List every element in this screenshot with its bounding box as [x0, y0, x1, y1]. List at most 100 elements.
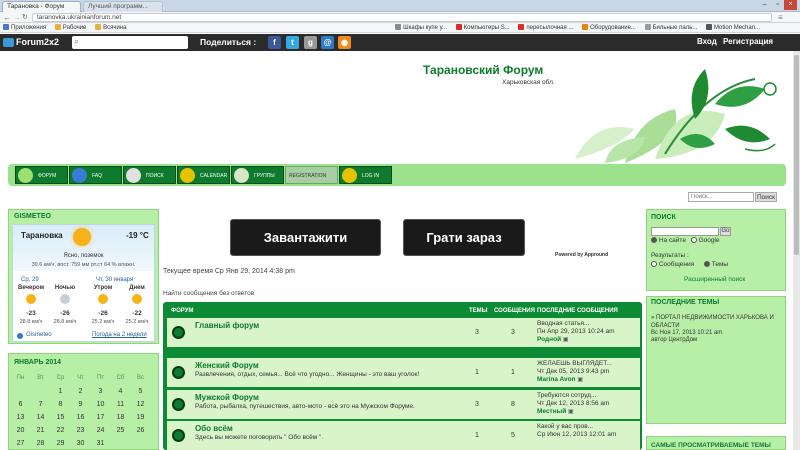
last-post-title[interactable]: Требуются сотруд...	[537, 392, 637, 400]
results-posts-radio[interactable]	[651, 261, 657, 267]
calendar-day[interactable]: 7	[32, 399, 49, 410]
calendar-day[interactable]: 2	[72, 386, 89, 397]
forecast-two-weeks-link[interactable]: Погода на 2 недели	[92, 332, 147, 338]
register-link[interactable]: Регистрация	[723, 37, 773, 46]
last-post-title[interactable]: Вводная статья...	[537, 320, 637, 328]
minimize-icon[interactable]: –	[758, 0, 771, 10]
nav-groups-button[interactable]: ГРУППЫ	[231, 166, 284, 184]
bookmark-item[interactable]: пересылочная ...	[518, 23, 573, 32]
on-site-radio[interactable]	[651, 237, 657, 243]
gismeteo-link[interactable]: Gismeteo	[26, 332, 52, 338]
quick-search-input[interactable]	[688, 192, 754, 202]
nav-login-button[interactable]: LOG IN	[339, 166, 392, 184]
forum-title-link[interactable]: Женский Форум	[195, 361, 259, 370]
forum-title-link[interactable]: Главный форум	[195, 321, 259, 330]
latest-topic-link[interactable]: » ПОРТАЛ НЕДВИЖИМОСТИ ХАРЬКОВА И ОБЛАСТИ	[651, 314, 781, 330]
last-post-author[interactable]: Местный	[537, 408, 566, 415]
goto-post-icon[interactable]: ▣	[577, 377, 583, 383]
goto-post-icon[interactable]: ▣	[568, 409, 574, 415]
forward-icon[interactable]: →	[13, 12, 21, 23]
scrollbar-thumb[interactable]	[794, 55, 799, 255]
calendar-day[interactable]: 27	[12, 438, 29, 449]
calendar-day[interactable]: 30	[72, 438, 89, 449]
calendar-day[interactable]: 19	[132, 412, 149, 423]
tab-other[interactable]: Лучший программ...	[83, 1, 163, 12]
forum2x2-logo[interactable]: Forum2x2	[16, 37, 59, 47]
google-radio[interactable]	[690, 237, 697, 243]
play-now-ad-button[interactable]: Грати зараз	[403, 219, 525, 256]
calendar-day[interactable]: 10	[92, 399, 109, 410]
calendar-day[interactable]: 1	[52, 386, 69, 397]
col-posts-header: СООБЩЕНИЯ	[494, 308, 535, 314]
side-search-go-button[interactable]: Go	[720, 227, 731, 236]
reload-icon[interactable]: ↻	[22, 12, 28, 23]
page-icon	[395, 24, 402, 30]
calendar-day[interactable]: 6	[12, 399, 29, 410]
rss-icon[interactable]: ◉	[338, 36, 351, 49]
results-topics-radio[interactable]	[703, 261, 710, 267]
nav-forum-button[interactable]: ФОРУМ	[15, 166, 68, 184]
tab-forum[interactable]: Тарановка - Форум	[2, 1, 81, 12]
bookmark-folder[interactable]: Всячина	[95, 23, 126, 32]
bookmark-item[interactable]: Бильные паль...	[644, 23, 697, 32]
calendar-day[interactable]: 11	[112, 399, 129, 410]
calendar-day[interactable]: 21	[32, 425, 49, 436]
bookmark-item[interactable]: Motion Mechan...	[706, 23, 760, 32]
calendar-day[interactable]: 8	[52, 399, 69, 410]
bookmark-apps[interactable]: Приложения	[3, 23, 46, 32]
calendar-day[interactable]: 29	[52, 438, 69, 449]
calendar-day[interactable]: 18	[112, 412, 129, 423]
calendar-day[interactable]: 22	[52, 425, 69, 436]
nav-calendar-button[interactable]: CALENDAR	[177, 166, 230, 184]
nav-faq-button[interactable]: FAQ	[69, 166, 122, 184]
nav-registration-button[interactable]: REGISTRATION	[285, 166, 338, 184]
bookmark-item[interactable]: Оборудование...	[582, 23, 636, 32]
calendar-day[interactable]: 26	[132, 425, 149, 436]
calendar-day[interactable]: 5	[132, 386, 149, 397]
last-post-title[interactable]: Какой у вас пров...	[537, 423, 637, 431]
facebook-icon[interactable]: f	[268, 36, 281, 49]
email-icon[interactable]: @	[321, 36, 334, 49]
back-icon[interactable]: ←	[3, 12, 11, 23]
bookmark-folder[interactable]: Рабочие	[54, 23, 86, 32]
bookmark-item[interactable]: Шкафы купе у...	[395, 23, 447, 32]
close-icon[interactable]: ×	[784, 0, 797, 10]
calendar-day[interactable]: 24	[92, 425, 109, 436]
toolbar-search-input[interactable]: ⌕	[72, 36, 188, 49]
calendar-day[interactable]: 20	[12, 425, 29, 436]
maximize-icon[interactable]: ▫	[771, 0, 784, 10]
menu-icon[interactable]: ≡	[778, 12, 783, 23]
calendar-day[interactable]: 23	[72, 425, 89, 436]
advanced-search-link[interactable]: Расширенный поиск	[684, 276, 745, 283]
forum-title-link[interactable]: Обо всём	[195, 424, 233, 433]
page-scrollbar[interactable]	[793, 51, 800, 450]
calendar-day[interactable]: 25	[112, 425, 129, 436]
forum-title[interactable]: Тарановский Форум	[423, 63, 543, 77]
calendar-day[interactable]: 16	[72, 412, 89, 423]
calendar-day[interactable]: 13	[12, 412, 29, 423]
goto-post-icon[interactable]: ▣	[563, 337, 569, 343]
calendar-day[interactable]: 15	[52, 412, 69, 423]
download-ad-button[interactable]: Завантажити	[230, 219, 381, 256]
side-search-input[interactable]	[651, 227, 719, 236]
twitter-icon[interactable]: t	[286, 36, 299, 49]
last-post-author[interactable]: Родной	[537, 336, 561, 343]
calendar-day[interactable]: 9	[72, 399, 89, 410]
forum-title-link[interactable]: Мужской Форум	[195, 393, 259, 402]
last-post-author[interactable]: Marina Avon	[537, 376, 576, 383]
unanswered-link[interactable]: Найти сообщения без ответов	[163, 290, 254, 297]
calendar-day[interactable]: 17	[92, 412, 109, 423]
calendar-day[interactable]: 14	[32, 412, 49, 423]
calendar-day[interactable]: 28	[32, 438, 49, 449]
bookmark-item[interactable]: Компьютеры S...	[455, 23, 510, 32]
calendar-day[interactable]: 31	[92, 438, 109, 449]
calendar-day[interactable]: 3	[92, 386, 109, 397]
quick-search-button[interactable]: Поиск	[755, 192, 777, 202]
calendar-day[interactable]: 4	[112, 386, 129, 397]
login-link[interactable]: Вход	[697, 37, 717, 46]
google-plus-icon[interactable]: g	[304, 36, 317, 49]
last-post-title[interactable]: ЖЕЛАЕШЬ ВЫГЛЯДЕТ...	[537, 360, 637, 368]
url-field[interactable]: taranovka.ukrainianforum.net	[32, 13, 772, 22]
nav-search-button[interactable]: ПОИСК	[123, 166, 176, 184]
calendar-day[interactable]: 12	[132, 399, 149, 410]
